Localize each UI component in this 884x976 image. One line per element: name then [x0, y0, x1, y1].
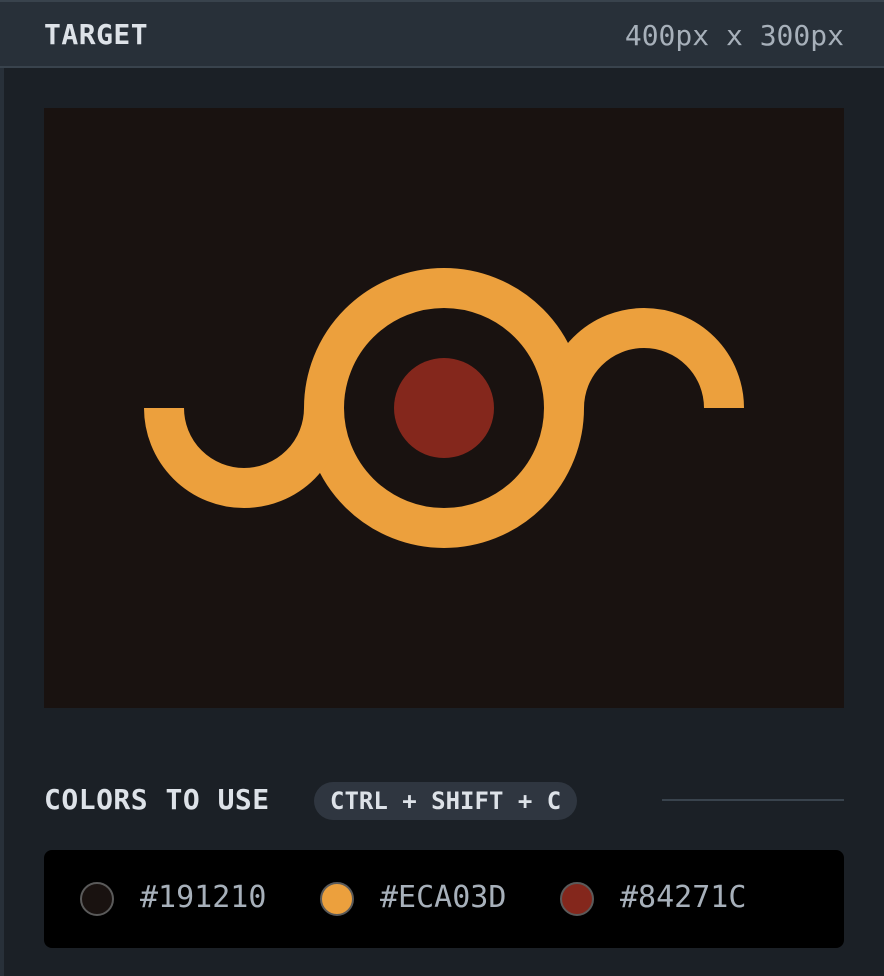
colors-header: COLORS TO USE CTRL + SHIFT + C: [44, 780, 844, 824]
swatch-dark-hex[interactable]: #191210: [140, 880, 266, 915]
panel-left-edge: [0, 68, 4, 976]
swatch-orange[interactable]: [320, 882, 354, 916]
center-dot: [394, 358, 494, 458]
swatch-orange-hex[interactable]: #ECA03D: [380, 880, 506, 915]
header-dimensions: 400px x 300px: [624, 19, 844, 52]
divider-line: [662, 799, 844, 801]
left-hook: [144, 407, 344, 508]
target-header: TARGET 400px x 300px: [0, 0, 884, 68]
shortcut-badge: CTRL + SHIFT + C: [314, 782, 578, 820]
color-palette: #191210 #ECA03D #84271C: [44, 850, 844, 948]
right-hook: [544, 308, 744, 409]
header-title: TARGET: [44, 18, 149, 51]
target-drawing: [144, 268, 744, 548]
swatch-dark[interactable]: [80, 882, 114, 916]
target-canvas: [44, 108, 844, 708]
swatch-red[interactable]: [560, 882, 594, 916]
swatch-red-hex[interactable]: #84271C: [620, 880, 746, 915]
colors-title: COLORS TO USE: [44, 783, 270, 816]
